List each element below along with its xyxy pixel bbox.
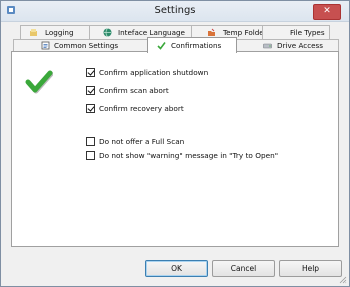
checkbox[interactable] [86, 151, 95, 160]
ok-button[interactable]: OK [145, 260, 208, 277]
logging-icon [30, 29, 37, 36]
option-label: Confirm application shutdown [99, 68, 209, 77]
checkbox[interactable] [86, 137, 95, 146]
window-title: Settings [154, 5, 196, 16]
settings-window: Settings ✕ Logging Inteface Language Tem… [0, 0, 350, 287]
tab-label: Logging [45, 28, 74, 37]
confirmations-checkmark-icon [25, 70, 53, 94]
checkbox[interactable] [86, 104, 95, 113]
option-label: Do not show "warning" message in "Try to… [99, 151, 279, 160]
tab-confirmations[interactable]: Confirmations [147, 37, 237, 53]
tab-logging[interactable]: Logging [20, 25, 90, 39]
option-label: Confirm recovery abort [99, 104, 184, 113]
cancel-button[interactable]: Cancel [212, 260, 275, 277]
drive-icon [263, 43, 272, 49]
close-button[interactable]: ✕ [313, 4, 341, 20]
tab-label: File Types [290, 28, 325, 37]
temp-folder-icon [208, 28, 215, 36]
title-bar[interactable]: Settings ✕ [1, 1, 349, 22]
globe-icon [103, 28, 112, 37]
checkbox[interactable] [86, 68, 95, 77]
confirmations-panel: Confirm application shutdown Confirm sca… [11, 51, 339, 247]
option-label: Confirm scan abort [99, 86, 169, 95]
checkmark-icon [157, 42, 166, 50]
tab-label: Confirmations [171, 41, 222, 50]
help-button[interactable]: Help [279, 260, 342, 277]
common-settings-icon [41, 41, 50, 50]
option-label: Do not offer a Full Scan [99, 137, 185, 146]
tab-file-types[interactable]: File Types [262, 25, 330, 39]
resize-grip-icon[interactable] [339, 276, 347, 284]
checkbox[interactable] [86, 86, 95, 95]
